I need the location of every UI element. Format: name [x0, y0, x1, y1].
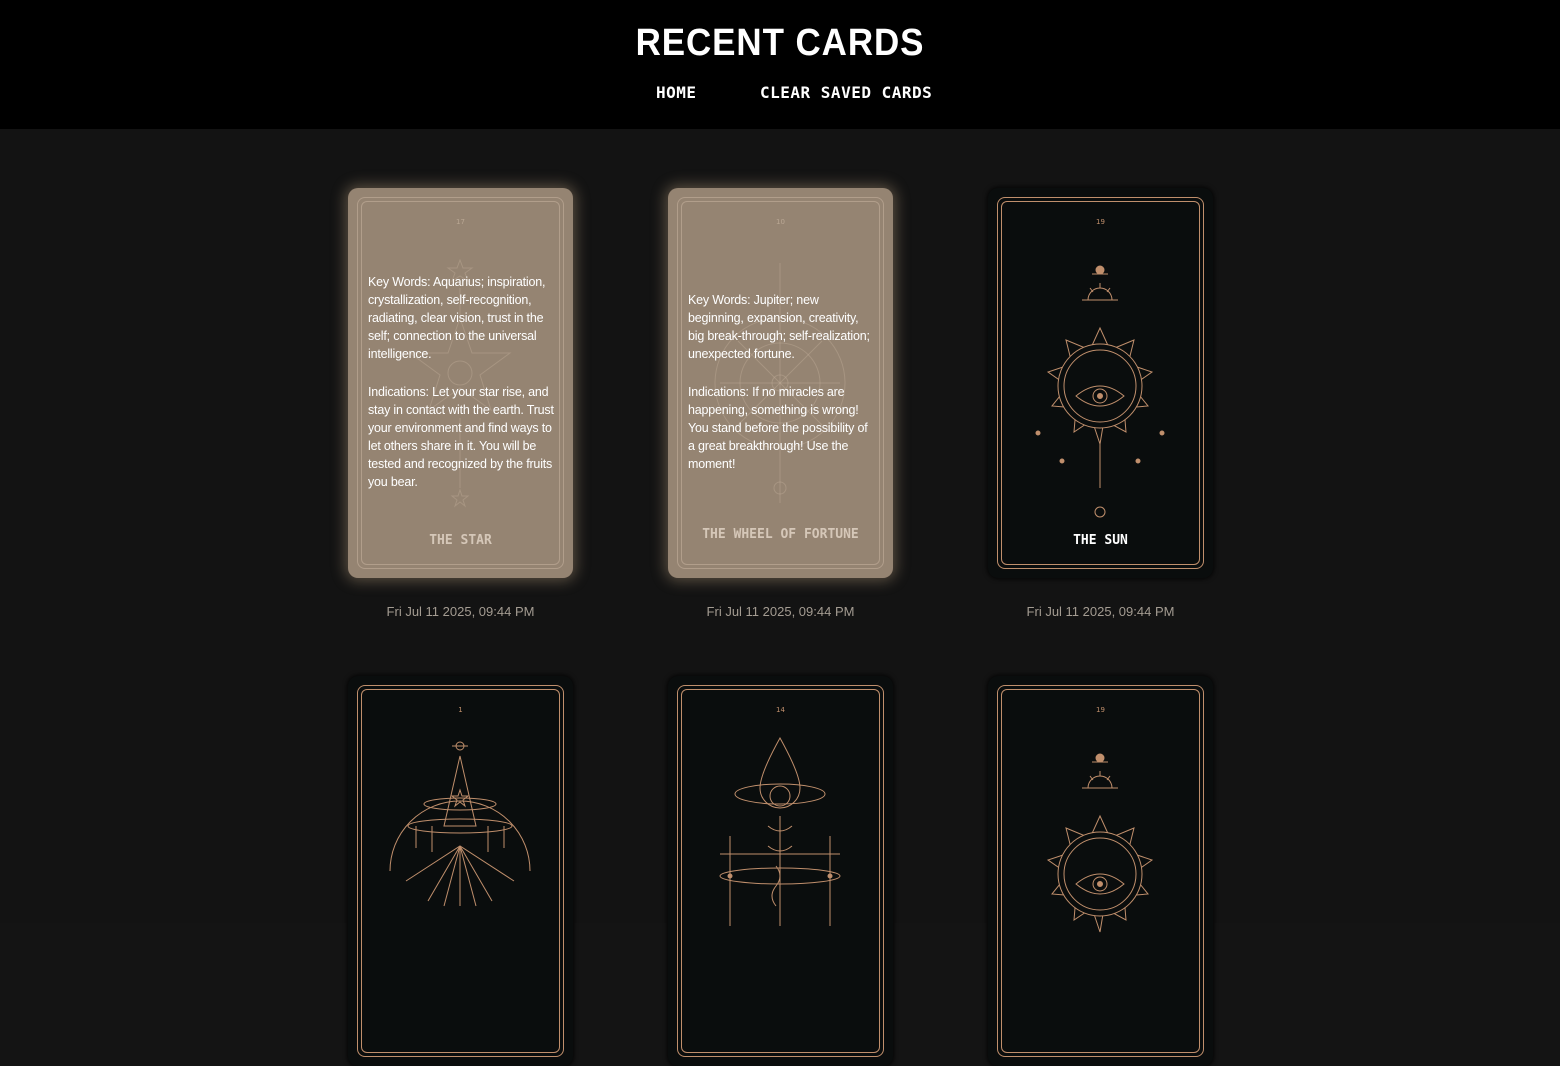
- card-indications: Indications: If no miracles are happenin…: [688, 385, 868, 471]
- card-keywords: Key Words: Aquarius; inspiration, crysta…: [368, 275, 546, 361]
- card-grid: 17 Key Words: Aquarius; inspiration, cry…: [0, 129, 1560, 1066]
- card-the-sun[interactable]: 19 THE SUN: [988, 188, 1213, 578]
- card-border: [997, 685, 1204, 1057]
- nav-home-link[interactable]: HOME: [656, 83, 697, 102]
- card-description: Key Words: Jupiter; new beginning, expan…: [688, 291, 877, 473]
- card-date: Fri Jul 11 2025, 09:44 PM: [1026, 604, 1175, 619]
- card-date: Fri Jul 11 2025, 09:44 PM: [706, 604, 855, 619]
- page-title: RECENT CARDS: [635, 22, 925, 64]
- card-the-magician[interactable]: 1: [348, 676, 573, 1066]
- card-number: 1: [458, 706, 463, 714]
- card-date: Fri Jul 11 2025, 09:44 PM: [386, 604, 535, 619]
- card-name: THE WHEEL OF FORTUNE: [702, 527, 859, 542]
- card-description: Key Words: Aquarius; inspiration, crysta…: [368, 273, 557, 491]
- card-temperance[interactable]: 14: [668, 676, 893, 1066]
- card-number: 10: [776, 218, 785, 226]
- card-name: THE STAR: [429, 533, 492, 548]
- card-the-star[interactable]: 17 Key Words: Aquarius; inspiration, cry…: [348, 188, 573, 578]
- site-header: RECENT CARDS HOME CLEAR SAVED CARDS: [0, 0, 1560, 129]
- card-number: 17: [456, 218, 465, 226]
- card-border: [997, 197, 1204, 569]
- card-number: 19: [1096, 218, 1105, 226]
- card-border: [677, 685, 884, 1057]
- card-the-sun-repeat[interactable]: 19: [988, 676, 1213, 1066]
- card-name: THE SUN: [1073, 533, 1128, 548]
- card-keywords: Key Words: Jupiter; new beginning, expan…: [688, 293, 870, 361]
- nav-clear-saved-cards-link[interactable]: CLEAR SAVED CARDS: [760, 83, 932, 102]
- card-number: 14: [776, 706, 785, 714]
- card-border: [357, 685, 564, 1057]
- card-number: 19: [1096, 706, 1105, 714]
- card-indications: Indications: Let your star rise, and sta…: [368, 385, 554, 489]
- card-the-wheel-of-fortune[interactable]: 10 Key Words: Jupiter; new beginning, ex…: [668, 188, 893, 578]
